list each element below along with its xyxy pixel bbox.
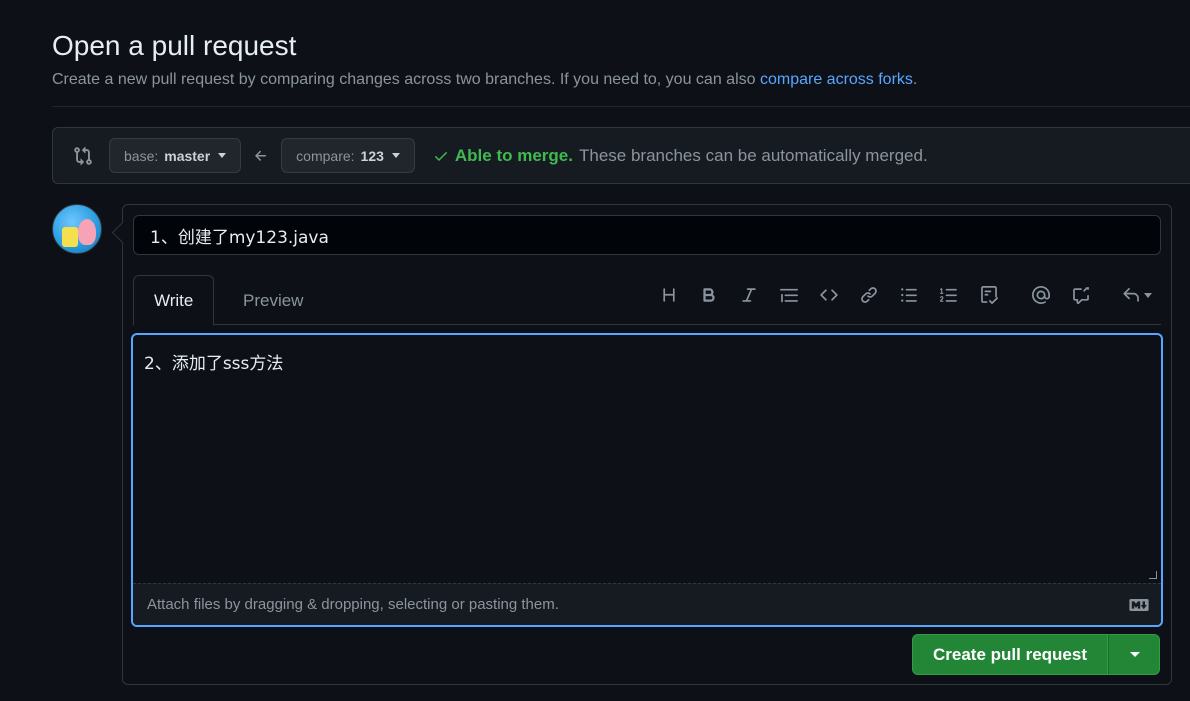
merge-status: Able to merge. These branches can be aut… [433,146,928,166]
resize-handle[interactable] [1149,571,1157,579]
task-list-icon [981,286,998,304]
cross-reference-icon [1073,286,1089,304]
check-icon [434,151,447,161]
subtitle-end: . [912,71,918,88]
create-pr-button-group: Create pull request [912,634,1160,675]
page-title: Open a pull request [52,30,297,61]
chevron-down-icon [1130,652,1140,657]
italic-button[interactable] [729,283,769,307]
avatar-figure-right [78,219,96,245]
markdown-icon [1129,599,1149,611]
merge-message: These branches can be automatically merg… [578,145,928,165]
cross-reference-button[interactable] [1061,283,1101,307]
base-value: master [164,147,211,164]
reply-icon [1123,287,1139,302]
quote-icon [780,288,798,303]
base-branch-select[interactable]: base: master [109,138,242,173]
arrow-left-icon [255,150,267,161]
quote-button[interactable] [769,283,809,307]
compare-value: 123 [360,147,384,164]
subtitle-text: Create a new pull request by comparing c… [52,71,760,88]
pr-body-textarea[interactable]: 2、添加了sss方法 Attach files by dragging & dr… [131,333,1163,627]
task-list-button[interactable] [969,283,1009,307]
bold-button[interactable] [689,283,729,307]
heading-icon [663,288,675,302]
bulleted-list-icon [901,288,917,302]
avatar-figure-left [62,227,78,247]
tab-preview[interactable]: Preview [223,275,323,326]
numbered-list-icon [940,288,957,302]
chevron-down-icon [1144,292,1152,298]
page-header: Open a pull request Create a new pull re… [52,28,1190,92]
attach-files-area[interactable]: Attach files by dragging & dropping, sel… [133,583,1161,625]
create-options-dropdown[interactable] [1108,634,1160,675]
page-subtitle: Create a new pull request by comparing c… [52,68,1190,92]
pr-body-text: 2、添加了sss方法 [144,354,284,374]
italic-icon [742,288,756,302]
code-icon [820,289,838,301]
merge-ok-text: Able to merge. [454,145,573,165]
chevron-down-icon [391,153,400,158]
avatar[interactable] [52,204,102,254]
editor-tabs: Write Preview [133,275,1161,326]
bulleted-list-button[interactable] [889,283,929,307]
compare-label: compare: [296,147,355,164]
mention-button[interactable] [1021,283,1061,307]
pr-title-input[interactable]: 1、创建了my123.java [133,215,1161,255]
markdown-toolbar [649,283,1161,307]
tab-write[interactable]: Write [133,275,215,326]
mention-icon [1032,286,1050,304]
chevron-down-icon [218,153,227,158]
branch-range-bar: base: master compare: 123 Able to merge.… [52,127,1190,184]
pull-request-composer: 1、创建了my123.java Write Preview 2、添加了sss方法… [122,204,1172,685]
compare-branch-select[interactable]: compare: 123 [281,138,415,173]
link-icon [861,287,877,303]
link-button[interactable] [849,283,889,307]
git-compare-icon [74,146,92,165]
create-pull-request-button[interactable]: Create pull request [912,634,1108,675]
compare-across-forks-link[interactable]: compare across forks [760,71,913,88]
heading-button[interactable] [649,283,689,307]
base-label: base: [124,147,159,164]
numbered-list-button[interactable] [929,283,969,307]
header-divider [52,106,1190,107]
code-button[interactable] [809,283,849,307]
bold-icon [703,288,715,302]
saved-replies-button[interactable] [1113,283,1161,307]
attach-files-text: Attach files by dragging & dropping, sel… [147,596,559,613]
